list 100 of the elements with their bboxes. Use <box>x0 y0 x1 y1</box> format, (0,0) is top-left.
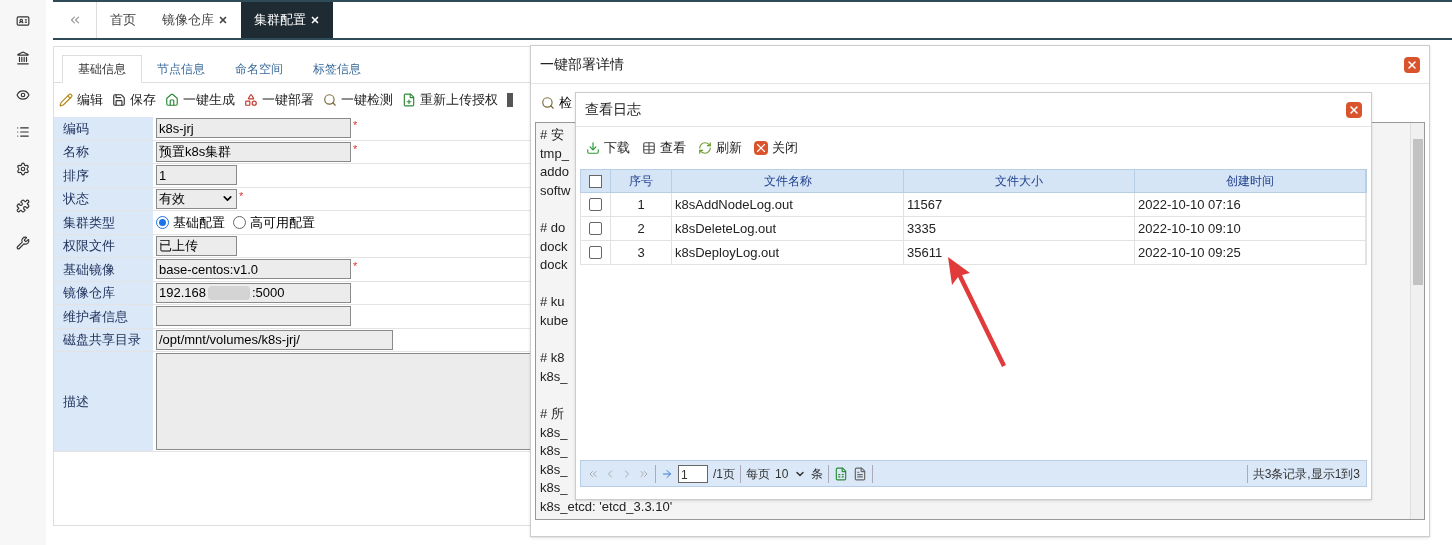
toolbar-button[interactable]: 保存 <box>112 90 156 110</box>
tab[interactable]: 命名空间 <box>220 55 298 82</box>
tab[interactable]: 标签信息 <box>298 55 376 82</box>
toolbar-button[interactable]: 一键检测 <box>323 90 393 110</box>
column-header[interactable]: 文件名称 <box>672 170 904 192</box>
dialog-title: 查看日志 <box>585 100 641 119</box>
toolbar-button[interactable]: 编辑 <box>59 90 103 110</box>
unit-label: 条 <box>811 465 824 483</box>
log-line: tmp_ <box>540 144 569 163</box>
input-field[interactable]: base-centos:v1.0 <box>156 259 351 280</box>
log-line: kube <box>540 311 569 330</box>
column-header[interactable]: 创建时间 <box>1135 170 1366 192</box>
pencil-icon <box>59 93 73 107</box>
field-label: 权限文件 <box>63 237 115 255</box>
page-input[interactable]: 1 <box>678 464 708 483</box>
toolbar-button[interactable]: 重新上传授权 <box>402 90 498 110</box>
field-label: 维护者信息 <box>63 307 128 326</box>
id-card-icon[interactable] <box>16 14 30 28</box>
field-label: 磁盘共享目录 <box>63 331 141 349</box>
table-cell-text: 11567 <box>907 195 943 214</box>
checkbox[interactable] <box>589 246 602 259</box>
field-label: 集群类型 <box>63 213 115 232</box>
field-label: 名称 <box>63 143 89 161</box>
table-cell-text: k8sDeleteLog.out <box>675 219 777 238</box>
log-line: k8s_ <box>540 460 568 479</box>
table-cell-text: 3335 <box>907 219 936 238</box>
table-cell-text: k8sAddNodeLog.out <box>675 195 793 214</box>
per-page-label: 每页 <box>746 465 770 483</box>
checkbox[interactable] <box>589 174 602 188</box>
scrollbar[interactable] <box>1410 123 1424 519</box>
search-icon <box>541 96 555 110</box>
input-field[interactable]: 1 <box>156 165 237 186</box>
toolbar-button[interactable]: 关闭 <box>754 138 798 158</box>
log-line: k8s_ <box>540 367 568 386</box>
search-icon <box>323 93 337 107</box>
close-icon <box>1406 58 1418 71</box>
table-cell-text: 35611 <box>907 243 943 262</box>
log-line: dock <box>540 237 568 256</box>
input-field[interactable]: 已上传 <box>156 235 237 256</box>
field-label: 镜像仓库 <box>63 284 115 302</box>
close-button[interactable] <box>1404 56 1420 73</box>
house-icon <box>165 93 179 107</box>
redaction-blur <box>208 285 250 300</box>
bank-icon[interactable] <box>16 51 30 65</box>
checkbox[interactable] <box>589 222 602 235</box>
wrench-icon[interactable] <box>16 236 30 250</box>
input-field[interactable]: 192.168 :5000 <box>156 282 351 303</box>
toolbar-button[interactable]: 下载 <box>586 138 630 158</box>
input-field[interactable]: k8s-jrj <box>156 118 351 139</box>
tab[interactable]: 集群配置 <box>241 2 333 38</box>
select-field[interactable]: 有效 <box>156 188 237 209</box>
eye-icon[interactable] <box>16 88 30 102</box>
log-line: k8s_etcd: 'etcd_3.3.10' <box>540 497 673 516</box>
tab[interactable]: 首页 <box>97 2 149 38</box>
close-icon <box>218 15 228 25</box>
toolbar-button[interactable]: 查看 <box>642 138 686 158</box>
table-cell-text: 3 <box>637 243 645 262</box>
log-line: k8s_ <box>540 479 568 498</box>
settings-icon[interactable] <box>16 162 30 176</box>
log-line: k8s_ <box>540 423 568 442</box>
shapes-icon <box>244 93 258 107</box>
column-header[interactable]: 序号 <box>611 170 672 192</box>
tab[interactable]: 节点信息 <box>142 55 220 82</box>
checkbox[interactable] <box>589 198 602 211</box>
table-cell-text: 2022-10-10 07:16 <box>1138 195 1241 214</box>
close-button[interactable] <box>1346 101 1362 118</box>
table-cell-text: 2022-10-10 09:25 <box>1138 243 1241 262</box>
radio-option[interactable]: 高可用配置 <box>233 212 315 232</box>
tab[interactable]: 基础信息 <box>62 55 142 83</box>
log-line: addo <box>540 163 569 182</box>
document-icon[interactable] <box>853 466 868 481</box>
log-line: softw <box>540 181 571 200</box>
file-plus-icon <box>402 93 416 107</box>
per-page-select[interactable]: 10 <box>775 464 807 483</box>
close-icon <box>1348 103 1360 116</box>
ip-text: 192.168 <box>159 284 206 302</box>
column-header[interactable]: 文件大小 <box>904 170 1135 192</box>
toolbar-button[interactable]: 一键生成 <box>165 90 235 110</box>
spreadsheet-icon[interactable] <box>834 466 849 481</box>
puzzle-icon[interactable] <box>16 199 30 213</box>
refresh-icon <box>698 141 712 155</box>
input-field[interactable]: 预置k8s集群 <box>156 141 351 162</box>
toolbar-button[interactable]: 一键部署 <box>244 90 314 110</box>
field-label: 描述 <box>63 392 89 411</box>
table-cell-text: k8sDeployLog.out <box>675 243 780 262</box>
input-field[interactable] <box>156 306 351 327</box>
tab[interactable]: 镜像仓库 <box>149 2 241 38</box>
record-summary: 共3条记录,显示1到3 <box>1252 465 1360 483</box>
required-mark: * <box>353 141 358 157</box>
log-line: # do <box>540 218 566 237</box>
log-line: # ku <box>540 293 565 312</box>
page-count: /1页 <box>713 465 735 483</box>
table-cell-text: 2022-10-10 09:10 <box>1138 219 1241 238</box>
toolbar-button[interactable]: 刷新 <box>698 138 742 158</box>
radio-option[interactable]: 基础配置 <box>156 212 225 232</box>
input-field[interactable]: /opt/mnt/volumes/k8s-jrj/ <box>156 329 393 350</box>
log-line: # k8 <box>540 349 565 368</box>
field-label: 基础镜像 <box>63 260 115 279</box>
toolbar-button[interactable]: 检 <box>559 93 572 113</box>
list-icon[interactable] <box>16 125 30 139</box>
